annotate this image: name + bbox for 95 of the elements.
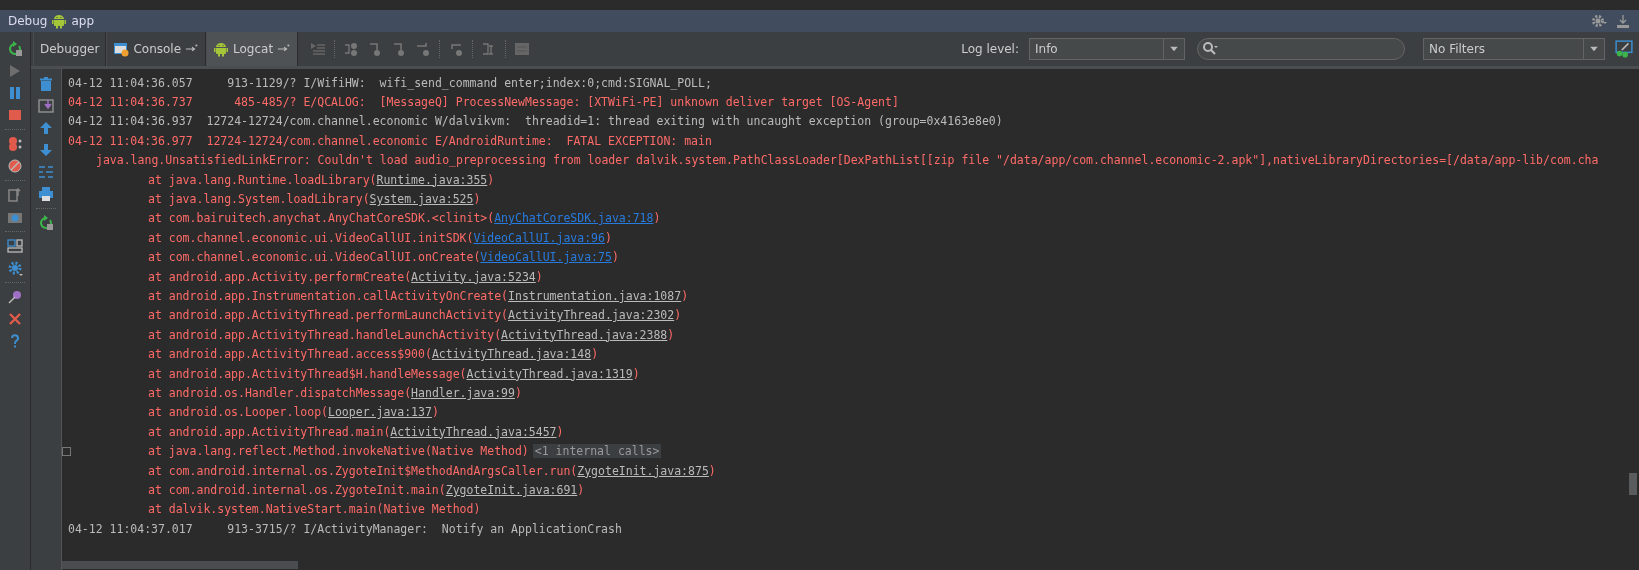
soft-wrap-icon[interactable]: [38, 164, 54, 180]
log-entry: 04-12 11:04:36.937 12724-12724/com.channel.economic W/dalvikvm: threadid=1: thread exiting with uncaught exception (group=0x4163e8e0): [68, 114, 1003, 129]
tab[interactable]: Logcat: [206, 32, 299, 66]
stop-icon[interactable]: [7, 107, 23, 123]
stack-frame: at android.os.Handler.dispatchMessage(: [148, 385, 412, 400]
hide-panel-icon[interactable]: [1615, 13, 1631, 29]
pin-icon[interactable]: [7, 289, 23, 305]
stack-frame-paren: ): [431, 405, 439, 420]
stack-frame: at android.app.Activity.performCreate(: [148, 269, 412, 284]
stack-frame: at android.app.ActivityThread.main(: [148, 424, 391, 439]
stack-frame: at android.app.ActivityThread.handleLaunchActivity(: [148, 327, 502, 342]
source-link[interactable]: ZygoteInit.java:875: [577, 463, 709, 478]
breakpoints-icon[interactable]: [7, 136, 23, 152]
horizontal-scrollbar[interactable]: [62, 561, 298, 569]
filter-dropdown[interactable]: No Filters: [1423, 38, 1605, 60]
source-link[interactable]: ActivityThread.java:1319: [466, 366, 633, 381]
stack-frame-paren: ): [577, 482, 585, 497]
restart-icon[interactable]: [38, 215, 54, 231]
stack-frame-paren: ): [473, 192, 481, 207]
console-icon: [113, 41, 130, 57]
show-execution-point-icon[interactable]: [310, 41, 327, 57]
edit-filter-icon[interactable]: [1615, 40, 1633, 58]
stack-frame: at com.bairuitech.anychat.AnyChatCoreSDK.<clinit>(: [148, 211, 495, 226]
stack-frame-paren: ): [632, 366, 640, 381]
stack-frame: at com.channel.economic.ui.VideoCallUI.onCreate(: [148, 250, 481, 265]
pause-icon[interactable]: [7, 85, 23, 101]
source-link[interactable]: Runtime.java:355: [376, 172, 488, 187]
vertical-scrollbar[interactable]: [1629, 473, 1637, 495]
layout-icon[interactable]: [7, 238, 23, 254]
rerun-icon[interactable]: [7, 41, 23, 57]
log-entry: 04-12 11:04:36.977 12724-12724/com.channel.economic E/AndroidRuntime: FATAL EXCEPTION: main: [68, 133, 712, 148]
stack-frame: at java.lang.System.loadLibrary(: [148, 192, 370, 207]
stack-frame: at com.channel.economic.ui.VideoCallUI.initSDK(: [148, 230, 474, 245]
stack-frame-paren: ): [674, 308, 682, 323]
stack-frame-paren: ): [708, 463, 716, 478]
tab[interactable]: Console: [106, 32, 207, 66]
close-icon[interactable]: [7, 311, 23, 327]
android-icon: [213, 41, 230, 57]
panel-title: Debug: [8, 14, 48, 28]
stack-frame-paren: ): [514, 385, 522, 400]
source-link[interactable]: ActivityThread.java:5457: [390, 424, 557, 439]
android-icon: [51, 13, 68, 29]
stack-frame-paren: ): [556, 424, 564, 439]
stack-frame-paren: ): [611, 250, 619, 265]
stack-frame: at android.app.ActivityThread.performLaunchActivity(: [148, 308, 509, 323]
stack-frame-paren: ): [605, 230, 612, 245]
step-out-icon[interactable]: [415, 41, 432, 57]
stack-frame: at java.lang.reflect.Method.invokeNative(Native Method): [148, 444, 529, 459]
source-link[interactable]: ActivityThread.java:2388: [501, 327, 668, 342]
source-link[interactable]: ZygoteInit.java:691: [445, 482, 578, 497]
drop-frame-icon[interactable]: [448, 41, 465, 57]
log-entry: 04-12 11:04:37.017 913-3715/? I/ActivityManager: Notify an ApplicationCrash: [68, 521, 622, 536]
run-configuration-name: app: [71, 14, 95, 28]
scroll-to-end-icon[interactable]: [38, 98, 54, 114]
log-level-label: Log level:: [961, 42, 1019, 56]
settings-icon[interactable]: [1591, 13, 1607, 29]
log-level-dropdown[interactable]: Info: [1029, 38, 1185, 60]
stack-frame-paren: ): [591, 347, 599, 362]
source-link[interactable]: Looper.java:137: [328, 405, 432, 420]
stack-frame: at android.app.Instrumentation.callActivityOnCreate(: [148, 289, 509, 303]
stack-frame: at android.app.ActivityThread$H.handleMessage(: [148, 366, 467, 381]
folded-calls-label[interactable]: <1 internal calls>: [532, 444, 662, 459]
stack-frame: at dalvik.system.NativeStart.main(Native Method): [148, 502, 481, 517]
stack-frame-paren: ): [535, 269, 543, 284]
trash-icon[interactable]: [38, 76, 54, 92]
source-link[interactable]: Instrumentation.java:1087: [508, 289, 682, 303]
export-icon[interactable]: [7, 187, 23, 203]
log-entry: 04-12 11:04:36.057 913-1129/? I/WifiHW: wifi_send_command enter;index:0;cmd:SIGNAL_POLL;: [68, 75, 712, 90]
source-link[interactable]: System.java:525: [369, 192, 474, 207]
source-link[interactable]: ActivityThread.java:2302: [508, 308, 675, 323]
search-field[interactable]: [1197, 38, 1405, 60]
arrow-up-icon[interactable]: [38, 120, 54, 136]
source-link[interactable]: ActivityThread.java:148: [431, 347, 592, 362]
step-over-icon[interactable]: [343, 41, 360, 57]
stack-frame-paren: ): [681, 289, 689, 303]
tab[interactable]: Debugger: [33, 32, 107, 66]
print-icon[interactable]: [38, 186, 54, 202]
arrow-down-icon[interactable]: [38, 142, 54, 158]
stack-frame-paren: ): [653, 211, 661, 226]
stack-frame: at android.os.Looper.loop(: [148, 405, 328, 420]
stack-frame-paren: ): [487, 172, 495, 187]
exception-message: java.lang.UnsatisfiedLinkError: Couldn't load audio_preprocessing from loader dalvik.system.PathClassLoader[DexPathList[[zip file "/data/app/com.channel.economic-2.apk"],nativeLibraryDirectories=[/data/app-lib/com.cha: [96, 153, 1599, 168]
mute-breakpoints-icon[interactable]: [7, 158, 23, 174]
evaluate-icon[interactable]: [514, 41, 531, 57]
settings-icon[interactable]: [7, 260, 23, 276]
stack-frame: at com.android.internal.os.ZygoteInit$MethodAndArgsCaller.run(: [148, 463, 578, 478]
expand-toggle[interactable]: [62, 446, 71, 456]
source-link[interactable]: Activity.java:5234: [411, 269, 536, 284]
source-link[interactable]: Handler.java:99: [411, 385, 515, 400]
stack-frame-paren: ): [667, 327, 675, 342]
log-entry: 04-12 11:04:36.737 485-485/? E/QCALOG: [MessageQ] ProcessNewMessage: [XTWiFi-PE] unknown deliver target [OS-Agent]: [68, 95, 899, 110]
stack-frame: at java.lang.Runtime.loadLibrary(: [148, 172, 377, 187]
stack-frame: at android.app.ActivityThread.access$900(: [148, 347, 432, 362]
search-icon[interactable]: [1202, 41, 1218, 57]
stack-frame: at com.android.internal.os.ZygoteInit.main(: [148, 482, 446, 497]
